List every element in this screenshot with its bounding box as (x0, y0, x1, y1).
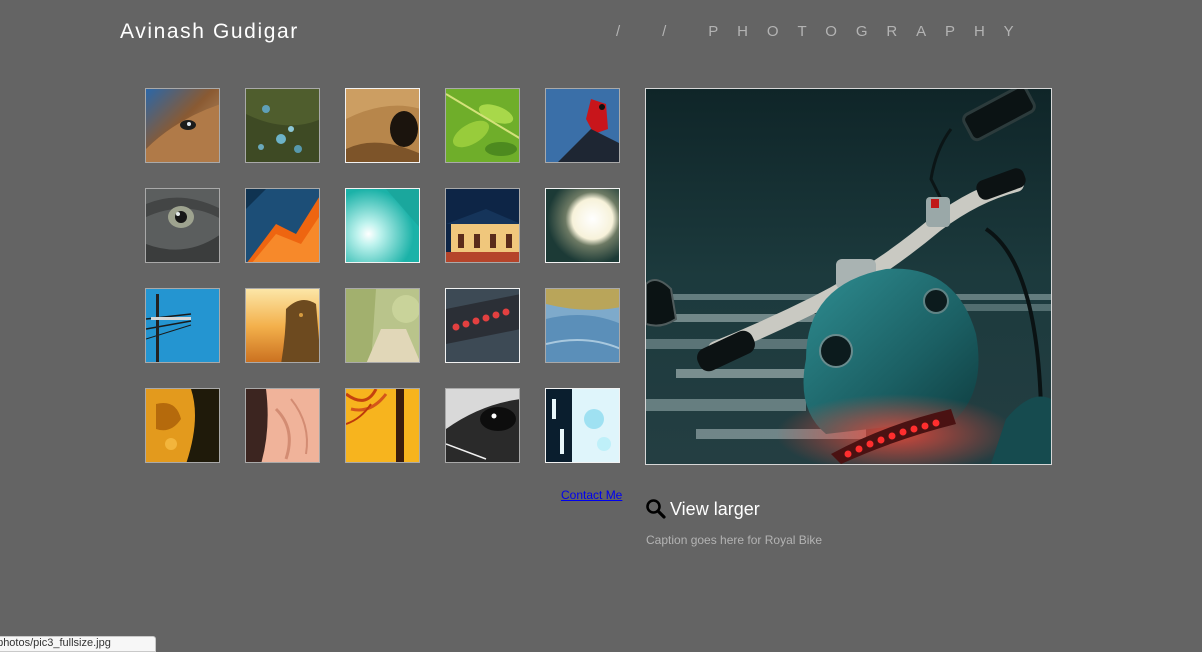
magnifier-icon (646, 499, 666, 519)
gallery-thumbnail[interactable] (245, 388, 320, 463)
gallery-thumbnail[interactable] (345, 88, 420, 163)
gallery-thumbnail[interactable] (545, 288, 620, 363)
gallery-thumbnail[interactable] (145, 388, 220, 463)
view-larger-link[interactable]: View larger (645, 498, 760, 520)
gallery-thumbnail[interactable] (445, 388, 520, 463)
gallery-thumbnail[interactable] (445, 188, 520, 263)
site-title: Avinash Gudigar (120, 20, 299, 43)
thumbnail-image (246, 89, 319, 162)
contact-me-link[interactable]: Contact Me (561, 488, 622, 502)
browser-status-url: ager/photos/pic3_fullsize.jpg (0, 636, 156, 652)
gallery-thumbnail[interactable] (145, 288, 220, 363)
gallery-thumbnail[interactable] (345, 388, 420, 463)
thumbnail-image (546, 389, 619, 462)
thumbnail-image (146, 89, 219, 162)
gallery-thumbnail[interactable] (345, 188, 420, 263)
gallery-thumbnail[interactable] (545, 388, 620, 463)
thumbnail-image (146, 389, 219, 462)
gallery-thumbnail[interactable] (445, 88, 520, 163)
thumbnail-image (446, 89, 519, 162)
thumbnail-image (546, 89, 619, 162)
gallery-thumbnail[interactable] (345, 288, 420, 363)
gallery-thumbnail[interactable] (545, 188, 620, 263)
gallery-thumbnail[interactable] (245, 188, 320, 263)
thumbnail-image (146, 189, 219, 262)
gallery-thumbnail[interactable] (245, 88, 320, 163)
thumbnail-image (146, 289, 219, 362)
view-larger-label: View larger (670, 499, 760, 519)
thumbnail-image (246, 389, 319, 462)
gallery-thumbnail[interactable] (545, 88, 620, 163)
gallery-thumbnail[interactable] (145, 88, 220, 163)
thumbnail-image (546, 289, 619, 362)
thumbnail-image (246, 189, 319, 262)
gallery-thumbnail[interactable] (245, 288, 320, 363)
site-tagline: / / PHOTOGRAPHY (616, 23, 1033, 40)
thumbnail-image (346, 189, 419, 262)
thumbnail-image (346, 289, 419, 362)
gallery-thumbnail[interactable] (445, 288, 520, 363)
thumbnail-image (446, 389, 519, 462)
thumbnail-image (246, 289, 319, 362)
thumbnail-image (346, 389, 419, 462)
thumbnail-image (346, 89, 419, 162)
motorcycle-photo (646, 89, 1051, 464)
thumbnail-image (446, 189, 519, 262)
photo-caption: Caption goes here for Royal Bike (646, 533, 823, 547)
thumbnail-image (546, 189, 619, 262)
main-photo[interactable] (645, 88, 1052, 465)
thumbnail-image (446, 289, 519, 362)
gallery-thumbnail[interactable] (145, 188, 220, 263)
